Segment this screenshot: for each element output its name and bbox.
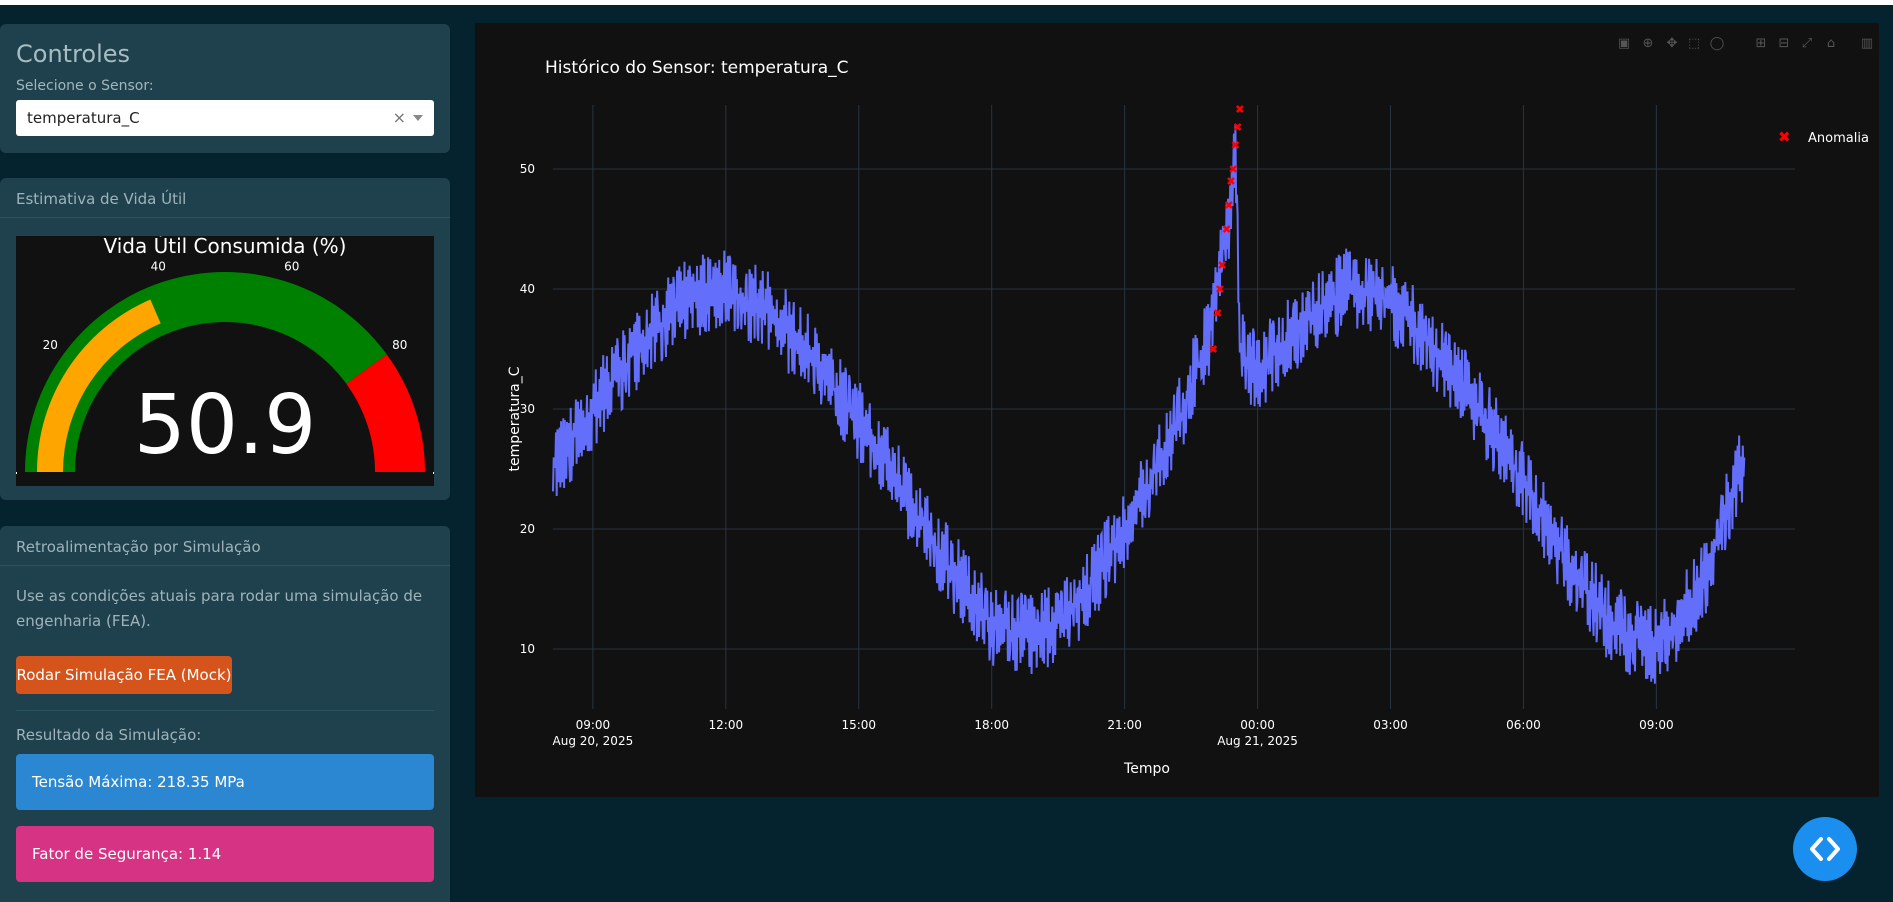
x-tick-label: 09:00	[1639, 718, 1674, 732]
x-tick-label: 15:00	[841, 718, 876, 732]
x-tick-label: 18:00	[974, 718, 1009, 732]
lasso-icon[interactable]: ◯	[1710, 36, 1725, 51]
controls-title: Controles	[16, 40, 131, 68]
simulation-card: Retroalimentação por Simulação Use as co…	[0, 526, 450, 902]
code-icon	[1810, 837, 1840, 861]
code-toggle-button[interactable]	[1793, 817, 1857, 881]
life-gauge: Vida Útil Consumida (%) 20 40 60 80 50.9	[16, 234, 434, 486]
gauge-tick-100	[433, 472, 434, 474]
simulation-result-label: Resultado da Simulação:	[16, 726, 202, 744]
zoom-in-icon[interactable]: ⊞	[1756, 36, 1767, 51]
x-tick-label: 21:00	[1107, 718, 1142, 732]
max-stress-alert: Tensão Máxima: 218.35 MPa	[16, 754, 434, 810]
autoscale-icon[interactable]: ⤢	[1802, 36, 1812, 51]
controls-card: Controles Selecione o Sensor: temperatur…	[0, 24, 450, 153]
sensor-dropdown[interactable]: temperatura_C ×	[16, 100, 434, 136]
top-border	[0, 0, 1893, 5]
x-tick-label: 00:00	[1240, 718, 1275, 732]
reset-axes-icon[interactable]: ⌂	[1827, 36, 1835, 51]
life-estimate-card: Estimativa de Vida Útil Vida Útil Consum…	[0, 178, 450, 500]
x-tick-label: 09:00	[576, 718, 611, 732]
gauge-tick-40: 40	[151, 260, 166, 274]
legend-anomaly-label[interactable]: Anomalia	[1808, 131, 1869, 146]
x-tick-label: 06:00	[1506, 718, 1541, 732]
safety-factor-alert: Fator de Segurança: 1.14	[16, 826, 434, 882]
gauge-tick-0	[16, 472, 17, 474]
camera-icon[interactable]: ▣	[1618, 36, 1630, 51]
sensor-history-chart[interactable]: Histórico do Sensor: temperatura_C 09:00…	[475, 23, 1879, 797]
sensor-selected-value: temperatura_C	[27, 109, 140, 127]
simulation-description: Use as condições atuais para rodar uma s…	[16, 587, 423, 630]
box-select-icon[interactable]: ⬚	[1688, 36, 1700, 51]
simulation-header: Retroalimentação por Simulação	[0, 526, 450, 566]
run-fea-button[interactable]: Rodar Simulação FEA (Mock)	[16, 656, 232, 694]
plotly-logo-icon[interactable]: ▥	[1861, 36, 1873, 51]
anomaly-point[interactable]	[1235, 105, 1244, 113]
pan-icon[interactable]: ✥	[1667, 36, 1678, 51]
y-tick-label: 40	[520, 282, 535, 296]
y-axis-title: temperatura_C	[507, 366, 523, 471]
x-tick-date-label: Aug 21, 2025	[1217, 734, 1298, 748]
y-tick-label: 20	[520, 522, 535, 536]
chart-title: Histórico do Sensor: temperatura_C	[545, 58, 849, 78]
y-tick-label: 50	[520, 162, 535, 176]
gauge-value: 50.9	[134, 378, 317, 473]
x-tick-date-label: Aug 20, 2025	[553, 734, 634, 748]
sensor-label: Selecione o Sensor:	[16, 78, 154, 94]
gauge-tick-60: 60	[284, 260, 299, 274]
x-tick-label: 03:00	[1373, 718, 1408, 732]
anomaly-point[interactable]	[1209, 345, 1218, 353]
temperature-series-line	[552, 125, 1746, 684]
legend[interactable]: ✖ Anomalia	[1778, 128, 1869, 146]
divider	[16, 710, 434, 711]
gauge-tick-80: 80	[392, 338, 407, 352]
clear-icon[interactable]: ×	[393, 108, 406, 127]
legend-anomaly-marker: ✖	[1778, 128, 1791, 146]
life-estimate-header: Estimativa de Vida Útil	[0, 178, 450, 218]
gauge-title: Vida Útil Consumida (%)	[104, 236, 347, 258]
y-tick-label: 10	[520, 642, 535, 656]
x-axis-title: Tempo	[1123, 761, 1170, 777]
zoom-out-icon[interactable]: ⊟	[1779, 36, 1790, 51]
zoom-icon[interactable]: ⊕	[1643, 36, 1654, 51]
x-tick-label: 12:00	[709, 718, 744, 732]
chevron-down-icon[interactable]	[413, 115, 423, 121]
gauge-tick-20: 20	[43, 338, 58, 352]
